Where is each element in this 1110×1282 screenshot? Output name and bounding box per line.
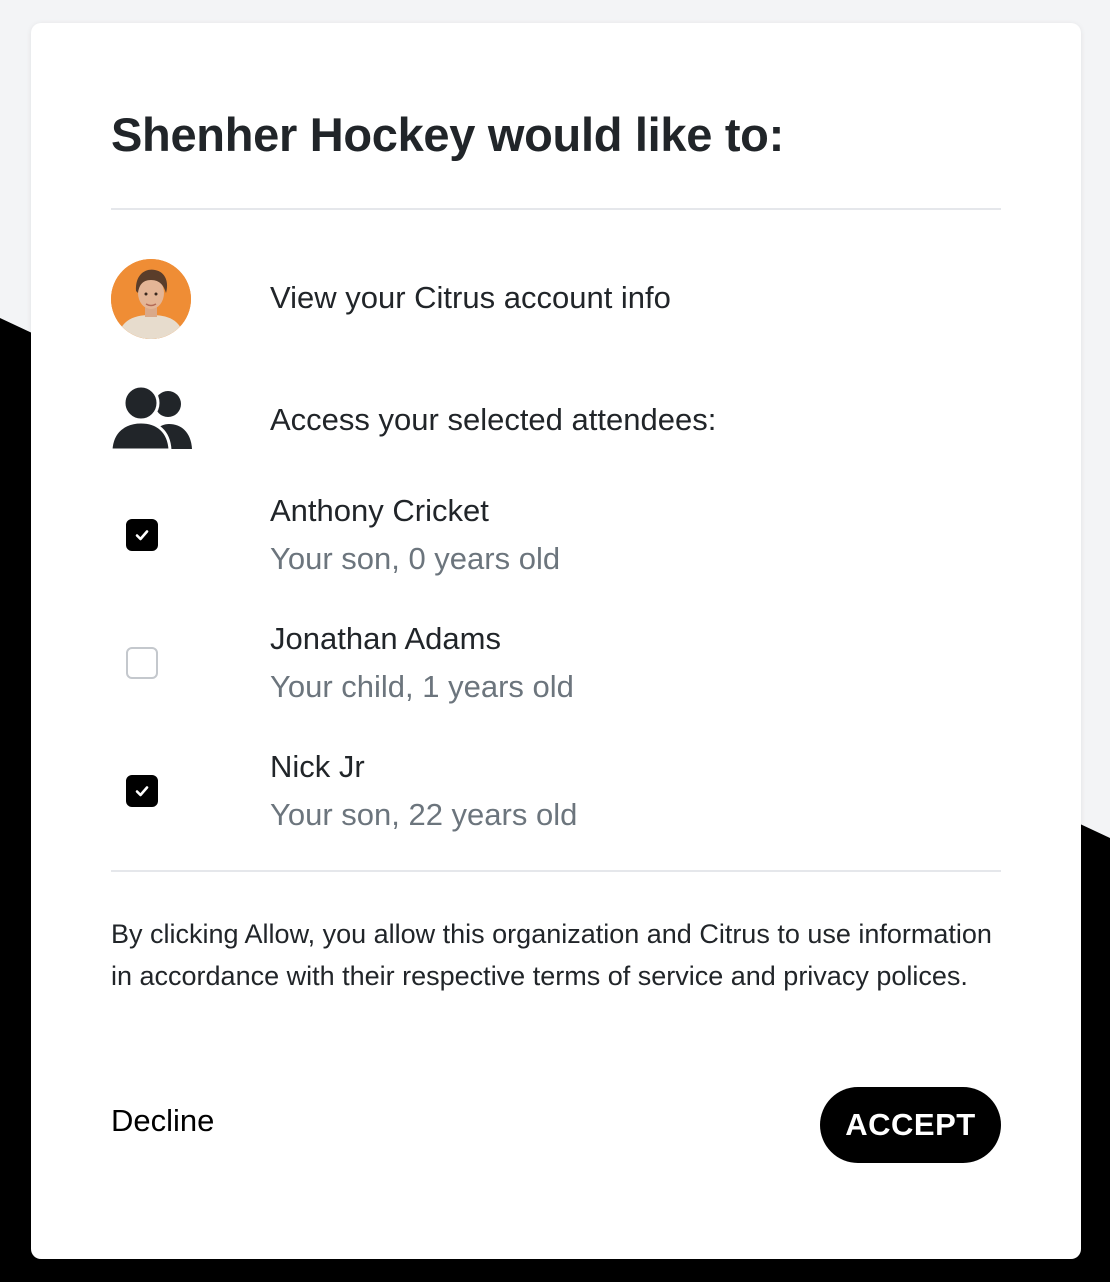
attendee-relation: Your son, 0 years old	[270, 541, 561, 576]
attendee-name: Anthony Cricket	[270, 493, 489, 528]
consent-text: By clicking Allow, you allow this organi…	[111, 919, 992, 991]
attendee-checkbox[interactable]	[126, 647, 158, 679]
attendee-relation: Your child, 1 years old	[270, 669, 574, 704]
attendee-row: Anthony Cricket Your son, 0 years old	[111, 493, 1001, 589]
attendee-checkbox[interactable]	[126, 519, 158, 551]
avatar-photo-icon	[111, 259, 191, 339]
attendee-relation: Your son, 22 years old	[270, 797, 578, 832]
decline-button[interactable]: Decline	[111, 1103, 214, 1139]
user-avatar	[111, 259, 191, 339]
attendee-name: Jonathan Adams	[270, 621, 501, 656]
permission-dialog: Shenher Hockey would like to: View your …	[31, 23, 1081, 1259]
dialog-title: Shenher Hockey would like to:	[111, 108, 784, 161]
bottom-divider	[111, 870, 1001, 872]
top-divider	[111, 208, 1001, 210]
attendee-name: Nick Jr	[270, 749, 365, 784]
attendee-row: Nick Jr Your son, 22 years old	[111, 749, 1001, 845]
attendee-row: Jonathan Adams Your child, 1 years old	[111, 621, 1001, 717]
checkmark-icon	[135, 530, 149, 541]
permission-attendees: Access your selected attendees:	[270, 402, 717, 437]
checkmark-icon	[135, 786, 149, 797]
people-icon	[111, 386, 192, 452]
accept-button[interactable]: ACCEPT	[820, 1087, 1001, 1163]
attendee-checkbox[interactable]	[126, 775, 158, 807]
permission-account-info: View your Citrus account info	[270, 280, 671, 315]
